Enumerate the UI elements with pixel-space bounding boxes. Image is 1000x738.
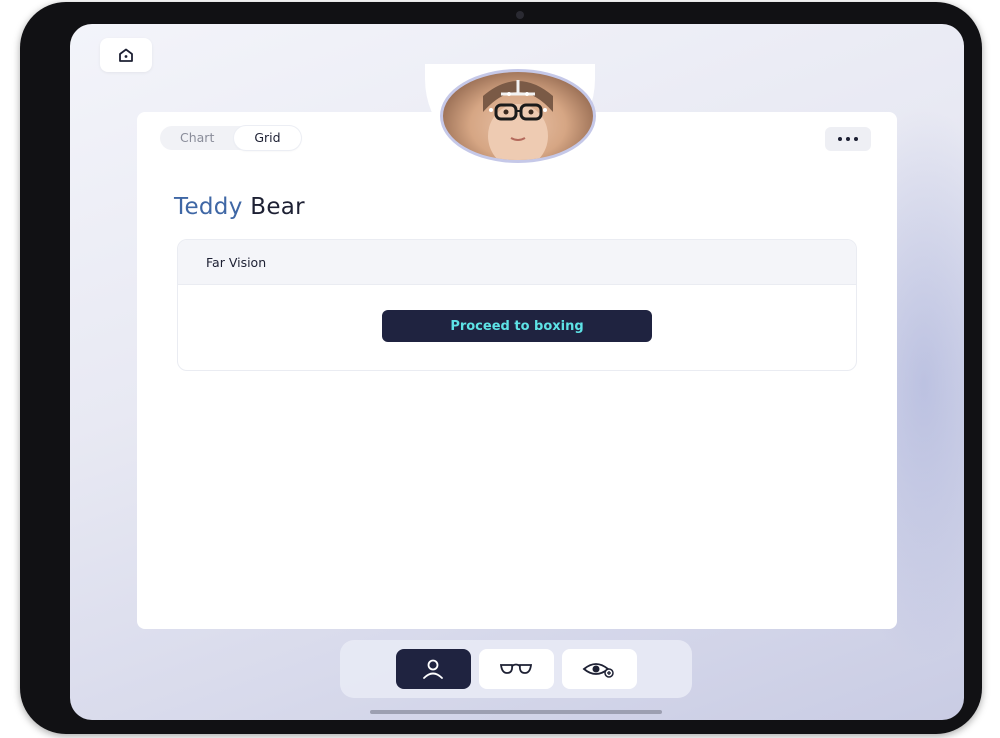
- far-vision-header: Far Vision: [178, 240, 856, 285]
- patient-last-name: Bear: [250, 194, 305, 220]
- eye-icon: [582, 663, 614, 678]
- more-button[interactable]: [825, 127, 871, 151]
- patient-card: Chart Grid Teddy Bear Far Vision Proceed…: [137, 112, 897, 629]
- ellipsis-icon: [838, 137, 842, 141]
- patient-first-name: Teddy: [174, 194, 243, 220]
- home-button[interactable]: [100, 38, 152, 72]
- proceed-to-boxing-button[interactable]: Proceed to boxing: [382, 310, 652, 342]
- far-vision-panel: Far Vision Proceed to boxing: [177, 239, 857, 371]
- nav-eye-test[interactable]: [561, 649, 637, 689]
- home-icon: [119, 48, 133, 62]
- front-camera: [516, 11, 524, 19]
- tab-chart[interactable]: Chart: [160, 126, 234, 150]
- app-screen: Chart Grid Teddy Bear Far Vision Proceed…: [70, 24, 964, 720]
- tablet-frame: Chart Grid Teddy Bear Far Vision Proceed…: [20, 2, 982, 734]
- person-icon: [423, 659, 443, 679]
- ellipsis-icon: [846, 137, 850, 141]
- nav-frames[interactable]: [478, 649, 554, 689]
- ellipsis-icon: [854, 137, 858, 141]
- home-indicator[interactable]: [370, 710, 662, 714]
- avatar[interactable]: [440, 69, 596, 163]
- nav-profile[interactable]: [395, 649, 471, 689]
- patient-name: Teddy Bear: [174, 194, 305, 220]
- patient-photo-icon: [483, 80, 553, 160]
- glasses-icon: [499, 663, 533, 674]
- tab-grid[interactable]: Grid: [234, 126, 301, 150]
- view-toggle: Chart Grid: [160, 126, 301, 150]
- bottom-nav: [340, 640, 692, 698]
